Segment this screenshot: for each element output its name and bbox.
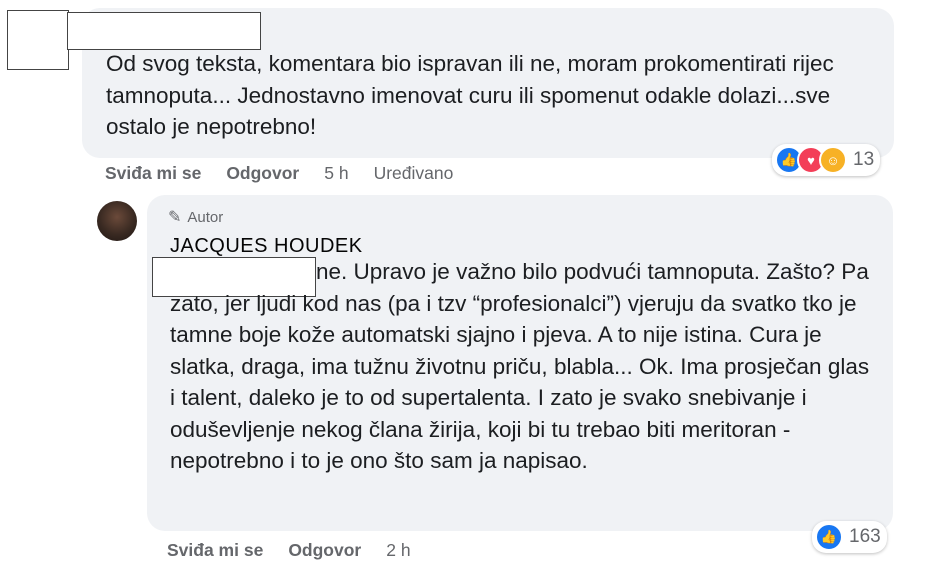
redacted-name: [67, 12, 261, 50]
reply-text-container: ne. Upravo je važno bilo podvući tamnopu…: [170, 256, 880, 477]
reply-text: ne. Upravo je važno bilo podvući tamnopu…: [170, 259, 870, 473]
reaction-count: 163: [849, 526, 881, 547]
pencil-icon: ✎: [168, 209, 182, 226]
like-link[interactable]: Sviđa mi se: [105, 163, 201, 184]
timestamp[interactable]: 5 h: [324, 163, 348, 184]
reactions-summary[interactable]: 👍 ♥ ☺ 13: [772, 144, 881, 176]
comment-actions: Sviđa mi se Odgovor 5 h Uređivano: [105, 163, 478, 184]
reaction-count: 13: [853, 149, 875, 170]
timestamp[interactable]: 2 h: [386, 540, 410, 561]
reply-link[interactable]: Odgovor: [226, 163, 299, 184]
author-badge: ✎ Autor: [168, 207, 223, 227]
author-badge-label: Autor: [187, 208, 224, 226]
care-icon: ☺: [819, 146, 847, 174]
reactions-summary[interactable]: 👍 163: [812, 521, 887, 553]
like-link[interactable]: Sviđa mi se: [167, 540, 263, 561]
comment-text: Od svog teksta, komentara bio ispravan i…: [106, 51, 834, 139]
reply-link[interactable]: Odgovor: [288, 540, 361, 561]
avatar[interactable]: [97, 201, 137, 241]
redacted-avatar: [7, 10, 69, 70]
reply-actions: Sviđa mi se Odgovor 2 h: [167, 540, 436, 561]
author-name[interactable]: JACQUES HOUDEK: [170, 235, 363, 258]
edited-label[interactable]: Uređivano: [374, 163, 454, 184]
like-icon: 👍: [815, 523, 843, 551]
